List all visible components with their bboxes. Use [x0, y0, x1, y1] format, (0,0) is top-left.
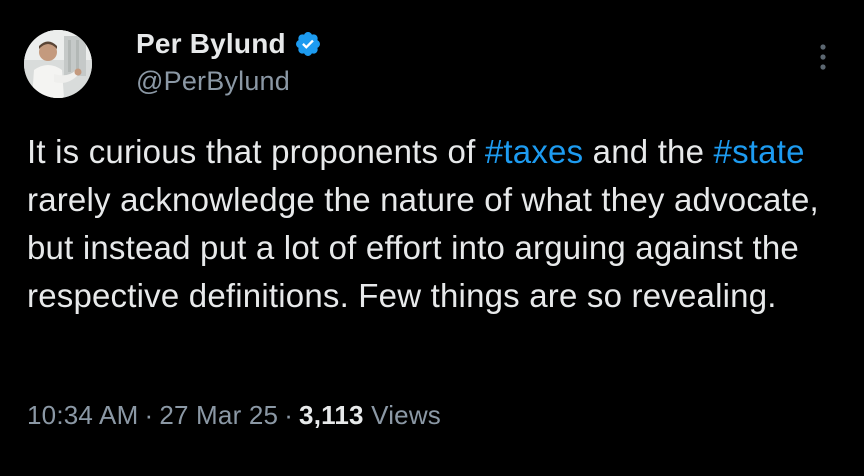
tweet-meta: 10:34 AM · 27 Mar 25 · 3,113 Views: [27, 400, 441, 431]
separator: ·: [144, 400, 154, 430]
views-count[interactable]: 3,113: [299, 400, 364, 430]
more-options-icon[interactable]: [808, 40, 838, 76]
profile-photo-icon: [24, 30, 92, 98]
user-handle[interactable]: @PerBylund: [136, 66, 322, 97]
tweet-text-segment: It is curious that proponents of: [27, 133, 485, 170]
tweet-text: It is curious that proponents of #taxes …: [27, 128, 847, 320]
name-row: Per Bylund: [136, 26, 322, 62]
tweet-date[interactable]: 27 Mar 25: [159, 400, 278, 430]
author-block: Per Bylund @PerBylund: [136, 26, 322, 97]
views-label: Views: [371, 400, 442, 430]
display-name[interactable]: Per Bylund: [136, 28, 286, 60]
tweet-text-segment: and the: [583, 133, 714, 170]
tweet-time[interactable]: 10:34 AM: [27, 400, 138, 430]
hashtag-link[interactable]: #state: [714, 133, 805, 170]
verified-badge-icon: [294, 30, 322, 58]
separator: ·: [284, 400, 294, 430]
tweet-card: Per Bylund @PerBylund It is curious that…: [0, 0, 864, 476]
hashtag-link[interactable]: #taxes: [485, 133, 583, 170]
avatar[interactable]: [24, 30, 92, 98]
tweet-text-segment: rarely acknowledge the nature of what th…: [27, 181, 819, 314]
